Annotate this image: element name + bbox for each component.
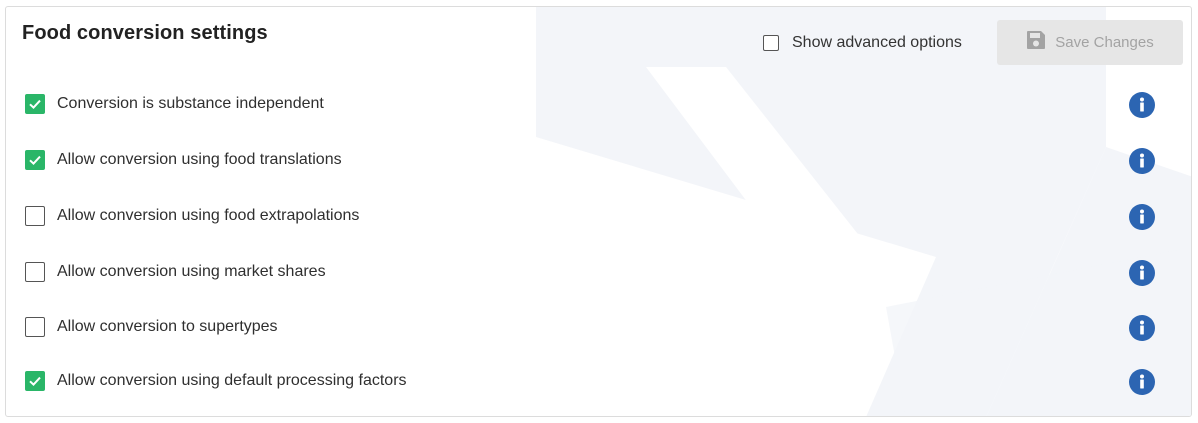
- show-advanced-checkbox[interactable]: [763, 35, 779, 51]
- setting-label: Allow conversion using market shares: [57, 263, 326, 280]
- info-icon[interactable]: [1129, 260, 1155, 286]
- setting-row-food-translations: Allow conversion using food translations: [25, 148, 1175, 174]
- page-title: Food conversion settings: [22, 22, 268, 44]
- info-icon[interactable]: [1129, 92, 1155, 118]
- setting-row-default-processing-factors: Allow conversion using default processin…: [25, 369, 1175, 395]
- show-advanced-options-toggle[interactable]: Show advanced options: [763, 34, 962, 52]
- substance-independent-checkbox[interactable]: [25, 94, 45, 114]
- show-advanced-label: Show advanced options: [792, 34, 962, 51]
- food-extrapolations-checkbox[interactable]: [25, 206, 45, 226]
- setting-label: Conversion is substance independent: [57, 95, 324, 112]
- food-conversion-settings-panel: Food conversion settings Show advanced o…: [5, 6, 1192, 417]
- setting-label: Allow conversion using default processin…: [57, 372, 407, 389]
- info-icon[interactable]: [1129, 315, 1155, 341]
- check-icon: [29, 376, 41, 387]
- setting-label: Allow conversion to supertypes: [57, 318, 278, 335]
- check-icon: [29, 155, 41, 166]
- setting-label: Allow conversion using food extrapolatio…: [57, 207, 360, 224]
- info-icon[interactable]: [1129, 369, 1155, 395]
- setting-row-food-extrapolations: Allow conversion using food extrapolatio…: [25, 204, 1175, 230]
- market-shares-checkbox[interactable]: [25, 262, 45, 282]
- save-changes-button[interactable]: Save Changes: [997, 20, 1183, 65]
- setting-row-supertypes: Allow conversion to supertypes: [25, 315, 1175, 341]
- floppy-disk-icon: [1026, 30, 1046, 55]
- default-processing-factors-checkbox[interactable]: [25, 371, 45, 391]
- supertypes-checkbox[interactable]: [25, 317, 45, 337]
- setting-label: Allow conversion using food translations: [57, 151, 342, 168]
- check-icon: [29, 99, 41, 110]
- info-icon[interactable]: [1129, 148, 1155, 174]
- setting-row-substance-independent: Conversion is substance independent: [25, 92, 1175, 118]
- save-changes-label: Save Changes: [1055, 34, 1154, 51]
- food-translations-checkbox[interactable]: [25, 150, 45, 170]
- info-icon[interactable]: [1129, 204, 1155, 230]
- setting-row-market-shares: Allow conversion using market shares: [25, 260, 1175, 286]
